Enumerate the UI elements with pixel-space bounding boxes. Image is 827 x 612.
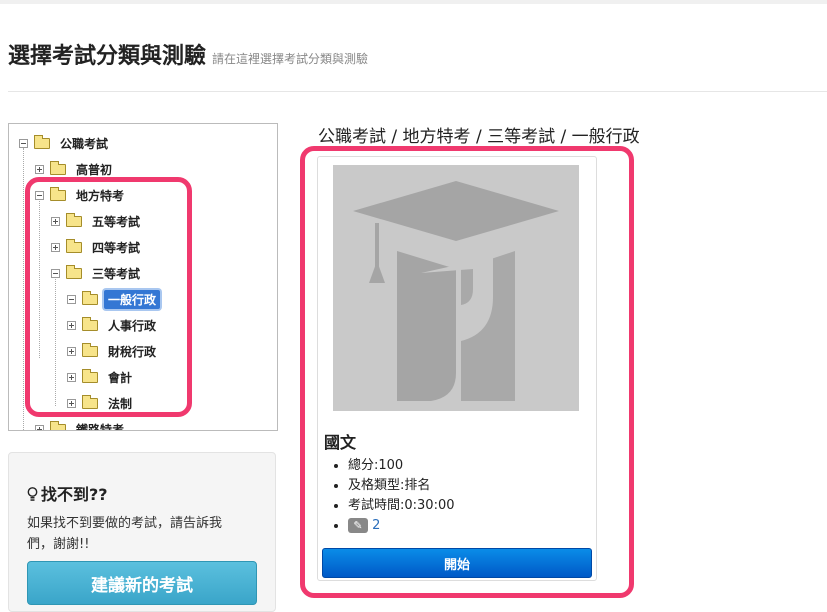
page-header: 選擇考試分類與測驗 請在這裡選擇考試分類與測驗 xyxy=(8,38,368,70)
lightbulb-icon xyxy=(27,487,38,501)
expand-icon[interactable] xyxy=(35,424,44,430)
tree-node-railway[interactable]: 鐵路特考 xyxy=(35,419,128,431)
tree-node-label: 鐵路特考 xyxy=(76,422,125,431)
tree-node-gaopuchu[interactable]: 高普初 xyxy=(35,159,116,179)
suggest-exam-button[interactable]: 建議新的考試 xyxy=(27,561,257,605)
card-highlight-box xyxy=(300,146,634,598)
help-title: 找不到?? xyxy=(27,481,108,505)
top-bar xyxy=(0,0,827,4)
tree-node-label: 高普初 xyxy=(76,162,113,177)
folder-open-icon xyxy=(34,134,50,149)
help-title-text: 找不到?? xyxy=(41,485,108,504)
category-breadcrumb: 公職考試 / 地方特考 / 三等考試 / 一般行政 xyxy=(318,127,640,147)
tree-guide-line xyxy=(23,148,24,430)
tree-node-label: 公職考試 xyxy=(60,136,109,151)
folder-icon xyxy=(50,420,66,430)
expand-icon[interactable] xyxy=(35,164,44,174)
help-panel: 找不到?? 如果找不到要做的考試，請告訴我們，謝謝!! 建議新的考試 xyxy=(8,452,276,612)
help-text: 如果找不到要做的考試，請告訴我們，謝謝!! xyxy=(27,516,223,552)
tree-highlight-box xyxy=(25,177,192,417)
collapse-icon[interactable] xyxy=(19,138,28,148)
folder-icon xyxy=(50,160,66,175)
header-divider xyxy=(8,91,827,92)
tree-node-public-exam[interactable]: 公職考試 xyxy=(19,133,112,153)
page-title: 選擇考試分類與測驗 xyxy=(8,44,207,69)
page-subtitle: 請在這裡選擇考試分類與測驗 xyxy=(212,52,369,66)
